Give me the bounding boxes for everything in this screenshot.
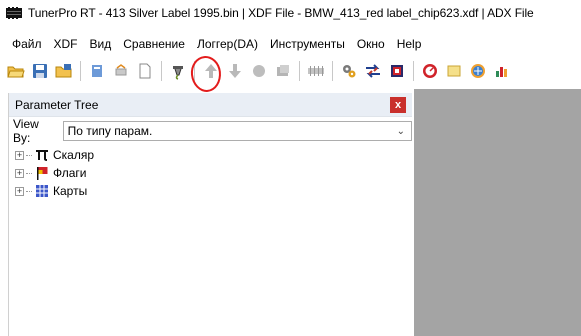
toolbar (0, 56, 581, 86)
menu-compare[interactable]: Сравнение (117, 34, 191, 54)
workspace-area (414, 89, 581, 336)
panel-close-button[interactable]: x (390, 96, 406, 113)
new-document-icon[interactable] (134, 60, 156, 82)
globe-icon[interactable] (467, 60, 489, 82)
tree-node-scalars[interactable]: + Скаляр (15, 146, 412, 164)
pi-icon (34, 147, 50, 163)
toolbar-separator (332, 61, 333, 81)
toolbar-separator (194, 61, 195, 81)
tree-node-flags[interactable]: + Флаги (15, 164, 412, 182)
folder-yellow-icon[interactable] (443, 60, 465, 82)
bar-chart-icon[interactable] (491, 60, 513, 82)
tree-node-label: Флаги (53, 166, 87, 180)
panel-title: Parameter Tree (15, 97, 99, 112)
memory-chip-icon[interactable] (305, 60, 327, 82)
download-arrow-icon[interactable] (224, 60, 246, 82)
expand-icon[interactable]: + (15, 186, 24, 196)
settings-gears-icon[interactable] (338, 60, 360, 82)
device-icon[interactable] (272, 60, 294, 82)
view-by-label: View By: (13, 117, 39, 145)
expand-icon[interactable]: + (15, 150, 24, 160)
tree-connector (26, 172, 32, 174)
chevron-down-icon: ⌄ (396, 125, 405, 137)
save-icon[interactable] (29, 60, 51, 82)
menu-bar: Файл XDF Вид Сравнение Логгер(DA) Инстру… (0, 34, 427, 54)
stop-datalog-icon[interactable] (386, 60, 408, 82)
menu-help[interactable]: Help (391, 34, 428, 54)
title-bar: TunerPro RT - 413 Silver Label 1995.bin … (0, 0, 581, 26)
tree-node-label: Карты (53, 184, 88, 198)
open-xdf-icon[interactable] (53, 60, 75, 82)
parameter-tree-panel: Parameter Tree x View By: По типу парам.… (8, 93, 412, 336)
upload-arrow-icon[interactable] (200, 60, 222, 82)
toolbar-separator (299, 61, 300, 81)
tree-node-maps[interactable]: + Карты (15, 182, 412, 200)
table-grid-icon (34, 183, 50, 199)
tree-connector (26, 190, 32, 192)
menu-file[interactable]: Файл (6, 34, 48, 54)
gauge-icon[interactable] (419, 60, 441, 82)
emulator-plug-icon[interactable] (167, 60, 189, 82)
menu-window[interactable]: Окно (351, 34, 391, 54)
parameter-tree: + Скаляр + Флаги + Карты (9, 146, 412, 200)
tree-connector (26, 154, 32, 156)
tunerpro-app-icon (6, 7, 22, 19)
window-title: TunerPro RT - 413 Silver Label 1995.bin … (28, 6, 534, 20)
open-folder-icon[interactable] (5, 60, 27, 82)
edit-icon[interactable] (86, 60, 108, 82)
panel-header: Parameter Tree x (9, 93, 412, 117)
compare-arrows-icon[interactable] (362, 60, 384, 82)
flag-icon (34, 165, 50, 181)
menu-xdf[interactable]: XDF (48, 34, 84, 54)
view-by-row: View By: По типу парам. ⌄ (9, 117, 412, 145)
chip-icon[interactable] (110, 60, 132, 82)
toolbar-separator (80, 61, 81, 81)
menu-view[interactable]: Вид (84, 34, 118, 54)
menu-tools[interactable]: Инструменты (264, 34, 351, 54)
view-by-dropdown[interactable]: По типу парам. ⌄ (62, 121, 412, 141)
toolbar-separator (161, 61, 162, 81)
expand-icon[interactable]: + (15, 168, 24, 178)
tree-node-label: Скаляр (53, 148, 95, 162)
toolbar-separator (413, 61, 414, 81)
menu-logger[interactable]: Логгер(DA) (191, 34, 264, 54)
view-by-selected-value: По типу парам. (67, 124, 153, 138)
record-icon[interactable] (248, 60, 270, 82)
